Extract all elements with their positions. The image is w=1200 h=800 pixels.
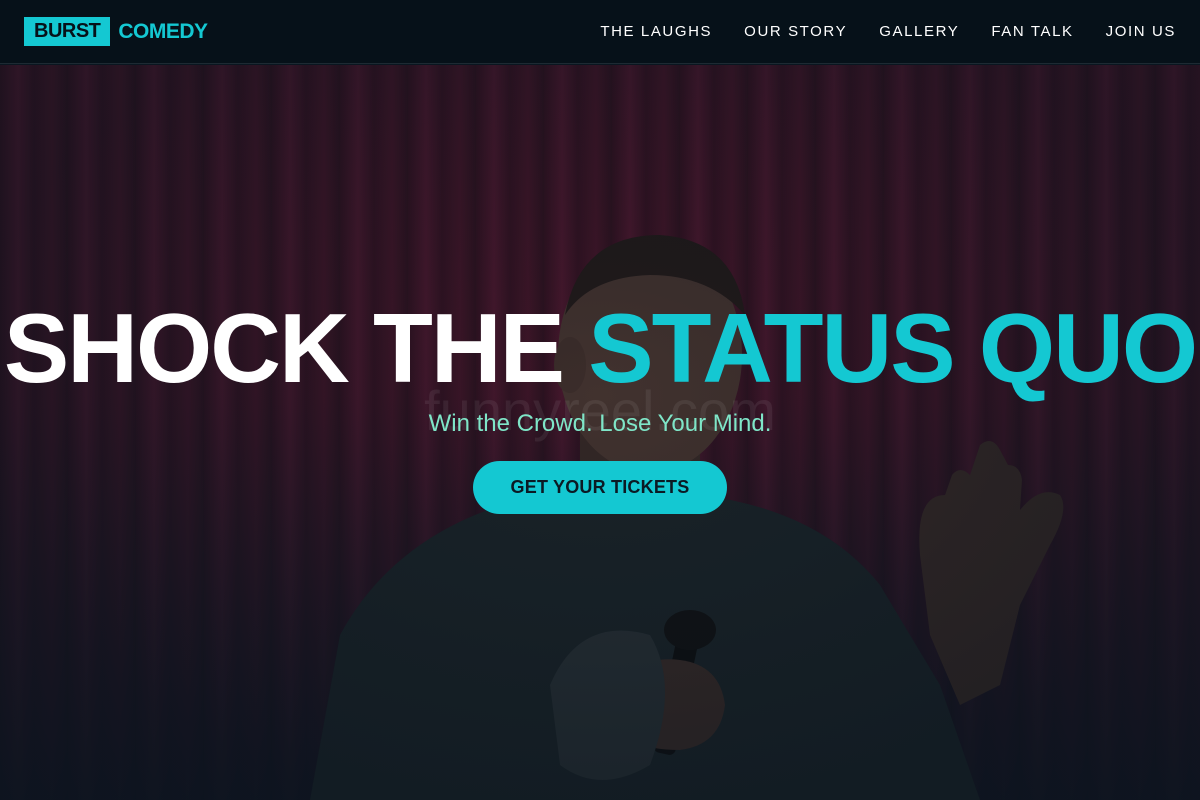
nav-item-join-us[interactable]: JOIN US — [1106, 23, 1176, 40]
nav-item-the-laughs[interactable]: THE LAUGHS — [600, 23, 712, 40]
nav-item-our-story[interactable]: OUR STORY — [744, 23, 847, 40]
site-header: BURST COMEDY THE LAUGHS OUR STORY GALLER… — [0, 0, 1200, 64]
main-nav: THE LAUGHS OUR STORY GALLERY FAN TALK JO… — [600, 23, 1176, 40]
hero-headline: SHOCK THE STATUS QUO — [0, 298, 1200, 398]
logo-box-text: BURST — [24, 17, 111, 46]
logo-text: COMEDY — [118, 19, 208, 43]
nav-item-fan-talk[interactable]: FAN TALK — [991, 23, 1073, 40]
headline-accent-part: STATUS QUO — [588, 293, 1198, 403]
brand-logo[interactable]: BURST COMEDY — [24, 17, 208, 46]
get-tickets-button[interactable]: GET YOUR TICKETS — [473, 461, 727, 514]
headline-white-part: SHOCK THE — [3, 293, 565, 403]
hero-subtitle: Win the Crowd. Lose Your Mind. — [428, 410, 772, 437]
nav-item-gallery[interactable]: GALLERY — [879, 23, 959, 40]
